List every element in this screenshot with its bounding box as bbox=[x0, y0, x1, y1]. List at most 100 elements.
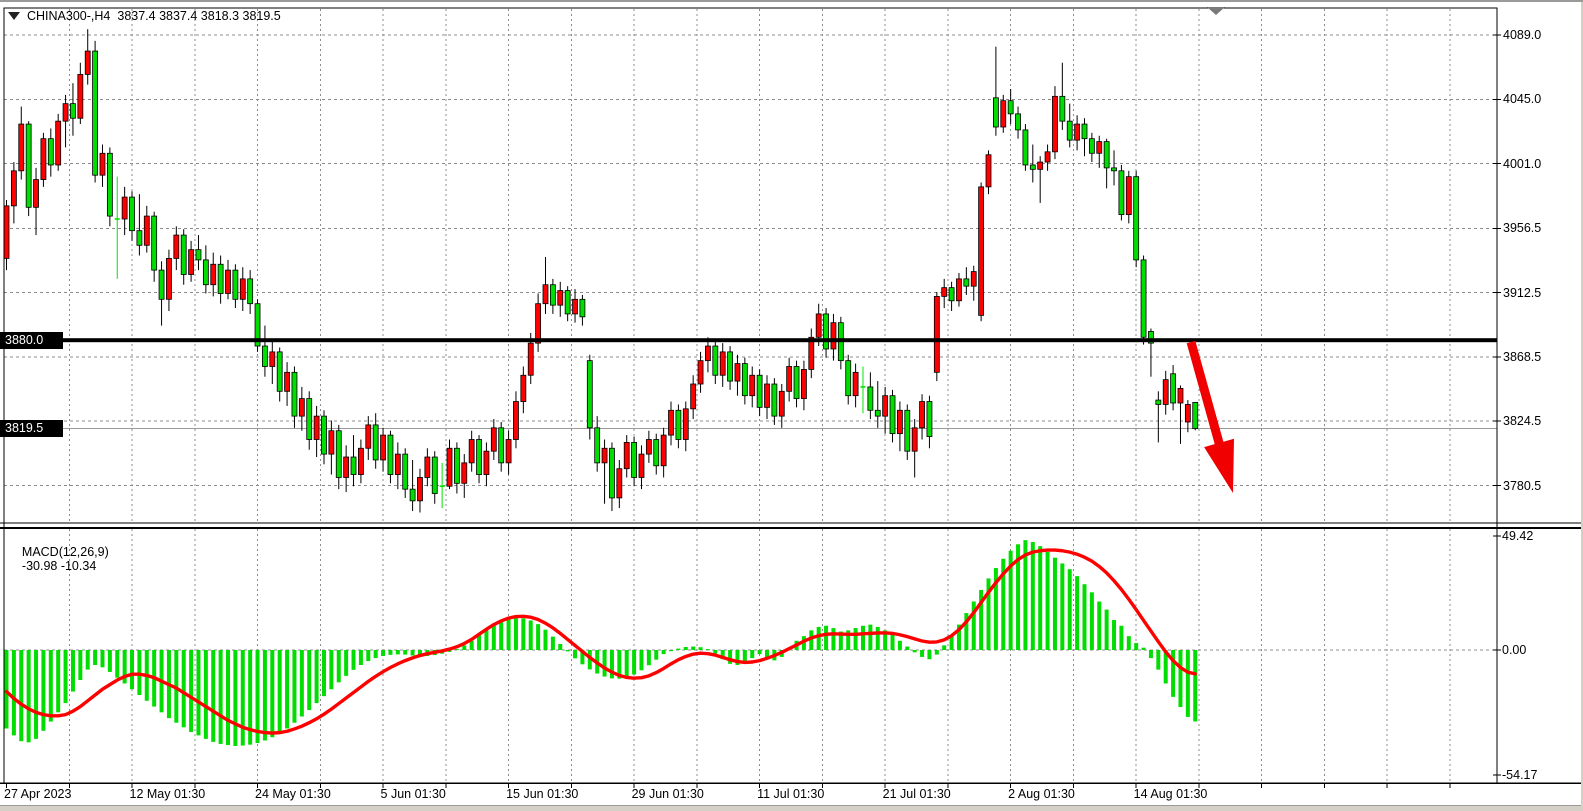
candles-series bbox=[4, 29, 1198, 512]
candle-body bbox=[750, 375, 755, 395]
candle-body bbox=[85, 51, 90, 74]
macd-bar bbox=[137, 650, 141, 695]
candle-body bbox=[956, 279, 961, 301]
chart-shift-marker-icon[interactable] bbox=[1207, 7, 1225, 15]
candle-body bbox=[1104, 142, 1109, 168]
macd-bar bbox=[381, 650, 385, 656]
macd-bar bbox=[411, 650, 415, 656]
candle-body bbox=[1082, 124, 1087, 139]
macd-bar bbox=[758, 650, 762, 654]
macd-bar bbox=[861, 626, 865, 650]
macd-bar bbox=[182, 650, 186, 727]
candle-body bbox=[801, 369, 806, 398]
macd-bar bbox=[1119, 626, 1123, 650]
candle-body bbox=[1112, 168, 1117, 171]
macd-axis-label: -54.17 bbox=[1502, 767, 1537, 783]
macd-bar bbox=[854, 628, 858, 650]
macd-values: -30.98 -10.34 bbox=[22, 559, 96, 573]
candle-body bbox=[248, 279, 253, 304]
symbol-dropdown-icon[interactable] bbox=[8, 12, 20, 20]
macd-bar bbox=[71, 650, 75, 692]
macd-bar bbox=[1046, 552, 1050, 650]
macd-bar bbox=[1127, 636, 1131, 650]
candle-body bbox=[454, 448, 459, 483]
candle-body bbox=[1178, 388, 1183, 403]
macd-bar bbox=[1068, 569, 1072, 650]
macd-bar bbox=[204, 650, 208, 739]
macd-bar bbox=[691, 647, 695, 650]
macd-bar bbox=[211, 650, 215, 742]
macd-bar bbox=[130, 650, 134, 689]
candle-body bbox=[550, 285, 555, 305]
price-axis-label: 3956.5 bbox=[1503, 220, 1541, 236]
price-axis-label: 4001.0 bbox=[1503, 156, 1541, 172]
macd-bar bbox=[322, 650, 326, 696]
candle-body bbox=[4, 206, 9, 259]
candle-body bbox=[196, 250, 201, 260]
candle-body bbox=[1008, 101, 1013, 114]
macd-bar bbox=[78, 650, 82, 680]
candle-body bbox=[661, 435, 666, 466]
candle-body bbox=[137, 231, 142, 246]
candle-body bbox=[632, 442, 637, 477]
chart-title: CHINA300-,H4 3837.4 3837.4 3818.3 3819.5 bbox=[8, 9, 281, 23]
candle-body bbox=[240, 279, 245, 299]
candle-body bbox=[270, 352, 275, 367]
candle-body bbox=[971, 272, 976, 287]
candle-body bbox=[1023, 130, 1028, 165]
candle-body bbox=[26, 124, 31, 207]
macd-bar bbox=[514, 618, 518, 650]
candle-body bbox=[816, 314, 821, 337]
candle-body bbox=[122, 197, 127, 219]
candle-body bbox=[100, 153, 105, 175]
candle-body bbox=[159, 270, 164, 299]
price-axis-label: 3868.5 bbox=[1503, 349, 1541, 365]
candle-body bbox=[595, 428, 600, 463]
candle-body bbox=[1097, 142, 1102, 154]
candle-body bbox=[905, 410, 910, 451]
symbol-period-label: CHINA300-,H4 bbox=[27, 9, 110, 23]
candle-body bbox=[787, 366, 792, 391]
candle-body bbox=[639, 454, 644, 477]
horizontal-line-3880[interactable] bbox=[4, 338, 1497, 342]
candle-body bbox=[986, 155, 991, 187]
candle-body bbox=[742, 364, 747, 396]
candle-body bbox=[410, 489, 415, 501]
candle-body bbox=[883, 396, 888, 416]
candle-body bbox=[993, 98, 998, 127]
candle-body bbox=[609, 448, 614, 498]
candle-body bbox=[11, 171, 16, 206]
candle-body bbox=[772, 384, 777, 416]
candle-body bbox=[698, 361, 703, 384]
candle-body bbox=[70, 104, 75, 119]
candle-body bbox=[728, 352, 733, 381]
candle-body bbox=[757, 375, 762, 407]
candle-body bbox=[211, 264, 216, 284]
macd-bar bbox=[1038, 546, 1042, 650]
price-axis-label: 4089.0 bbox=[1503, 27, 1541, 43]
candle-body bbox=[890, 396, 895, 434]
candle-body bbox=[484, 451, 489, 474]
macd-bar bbox=[226, 650, 230, 745]
candle-body bbox=[1045, 152, 1050, 162]
macd-bar bbox=[1090, 592, 1094, 650]
candle-body bbox=[174, 235, 179, 258]
macd-bar bbox=[558, 644, 562, 650]
candle-body bbox=[521, 375, 526, 401]
chart-canvas[interactable] bbox=[0, 2, 1583, 811]
candle-body bbox=[513, 402, 518, 440]
macd-bar bbox=[329, 650, 333, 689]
macd-bar bbox=[566, 650, 570, 651]
candle-body bbox=[1075, 124, 1080, 140]
macd-bar bbox=[1060, 563, 1064, 650]
macd-axis-label: 0.00 bbox=[1502, 642, 1526, 658]
candle-body bbox=[491, 428, 496, 451]
candle-body bbox=[166, 258, 171, 299]
bid-price-box: 3819.5 bbox=[0, 420, 63, 437]
pane-divider[interactable] bbox=[0, 527, 1583, 529]
macd-bar bbox=[1186, 650, 1190, 717]
macd-bar bbox=[49, 650, 53, 722]
macd-bar bbox=[196, 650, 200, 735]
time-axis-label: 24 May 01:30 bbox=[255, 787, 331, 801]
candle-body bbox=[1126, 177, 1131, 215]
